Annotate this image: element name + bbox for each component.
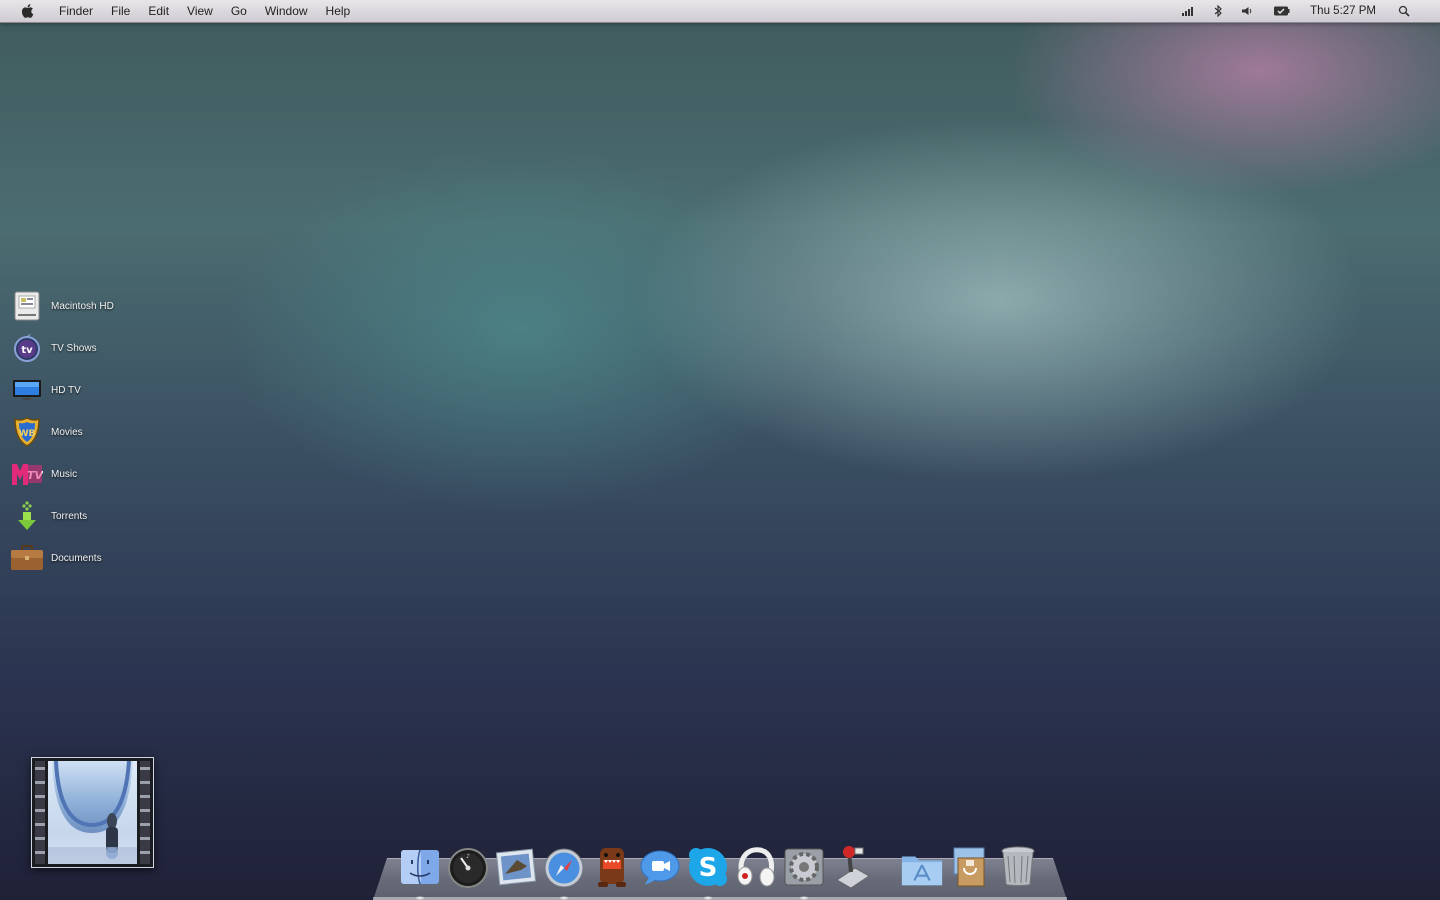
film-strip-left	[35, 761, 45, 864]
shortcut-music[interactable]: TV Music	[10, 453, 160, 495]
running-indicator	[559, 896, 569, 900]
shortcut-label: HD TV	[51, 384, 81, 396]
finder-icon[interactable]	[399, 846, 441, 888]
trash-icon[interactable]	[1000, 844, 1036, 888]
apple-logo-icon[interactable]	[20, 3, 36, 19]
headphones-icon[interactable]	[734, 844, 778, 888]
dock-skype[interactable]: S	[686, 840, 730, 900]
menu-file[interactable]: File	[102, 0, 139, 22]
album-art-widget[interactable]	[31, 757, 154, 868]
shortcut-hd-tv[interactable]: HD TV	[10, 369, 160, 411]
shortcut-macintosh-hd[interactable]: Macintosh HD	[10, 285, 160, 327]
album-cover-image	[48, 761, 137, 864]
signal-icon[interactable]	[1182, 6, 1194, 16]
running-indicator	[415, 896, 425, 900]
menu-finder[interactable]: Finder	[50, 0, 102, 22]
mail-icon[interactable]	[495, 846, 537, 888]
running-indicator	[703, 896, 713, 900]
svg-text:♪: ♪	[466, 853, 470, 860]
wb-shield-icon[interactable]: WB	[10, 415, 44, 449]
shortcut-label: Macintosh HD	[51, 300, 114, 312]
dock-domo[interactable]	[590, 840, 634, 888]
svg-text:tv: tv	[21, 345, 33, 356]
shortcut-label: Torrents	[51, 510, 88, 522]
dashboard-icon[interactable]: ♪	[447, 846, 489, 888]
shortcut-label: Music	[51, 468, 78, 480]
shortcut-label: Documents	[51, 552, 102, 564]
shortcut-tv-shows[interactable]: tv TV Shows	[10, 327, 160, 369]
dock-dashboard[interactable]: ♪	[446, 840, 490, 888]
domo-icon[interactable]	[594, 844, 630, 888]
bluetooth-icon[interactable]	[1214, 5, 1223, 17]
dock-downloads-stack[interactable]	[948, 840, 992, 888]
menu-window[interactable]: Window	[256, 0, 317, 22]
battery-icon[interactable]	[1274, 6, 1290, 16]
system-preferences-icon[interactable]	[783, 846, 825, 888]
dock-joystick[interactable]	[830, 840, 874, 888]
menu-go[interactable]: Go	[222, 0, 256, 22]
desktop-shortcuts: Macintosh HD tv TV Shows HD TV WB Movies…	[10, 285, 160, 579]
downloads-stack-icon[interactable]	[950, 844, 990, 888]
dock-headphones[interactable]	[734, 840, 778, 888]
shortcut-label: TV Shows	[51, 342, 97, 354]
dock-system-preferences[interactable]	[782, 840, 826, 900]
menu-edit[interactable]: Edit	[139, 0, 178, 22]
shortcut-label: Movies	[51, 426, 83, 438]
briefcase-icon[interactable]	[10, 541, 44, 575]
shortcut-torrents[interactable]: Torrents	[10, 495, 160, 537]
menu-help[interactable]: Help	[317, 0, 360, 22]
running-indicator	[799, 896, 809, 900]
mtv-icon[interactable]: TV	[10, 457, 44, 491]
hard-drive-icon[interactable]	[10, 289, 44, 323]
dock-trash[interactable]	[996, 840, 1040, 888]
menu-clock[interactable]: Thu 5:27 PM	[1310, 5, 1376, 17]
film-strip-right	[140, 761, 150, 864]
dock: ♪ S	[396, 836, 1042, 900]
volume-icon[interactable]	[1242, 6, 1254, 16]
download-arrow-icon[interactable]	[10, 499, 44, 533]
safari-icon[interactable]	[543, 846, 585, 888]
monitor-icon[interactable]	[10, 373, 44, 407]
menu-bar: Finder File Edit View Go Window Help Thu…	[0, 0, 1440, 23]
shortcut-documents[interactable]: Documents	[10, 537, 160, 579]
apple-tv-icon[interactable]: tv	[10, 331, 44, 365]
joystick-icon[interactable]	[831, 844, 873, 888]
dock-applications-folder[interactable]	[900, 840, 944, 888]
svg-text:S: S	[699, 853, 718, 883]
dock-ichat[interactable]	[638, 840, 682, 888]
applications-folder-icon[interactable]	[900, 848, 944, 888]
menu-view[interactable]: View	[178, 0, 222, 22]
desktop: Finder File Edit View Go Window Help Thu…	[0, 0, 1440, 900]
shortcut-movies[interactable]: WB Movies	[10, 411, 160, 453]
ichat-icon[interactable]	[639, 846, 681, 888]
dock-mail[interactable]	[494, 840, 538, 888]
svg-text:WB: WB	[19, 429, 36, 439]
dock-finder[interactable]	[398, 840, 442, 900]
skype-icon[interactable]: S	[687, 846, 729, 888]
dock-safari[interactable]	[542, 840, 586, 900]
spotlight-icon[interactable]	[1398, 5, 1410, 17]
